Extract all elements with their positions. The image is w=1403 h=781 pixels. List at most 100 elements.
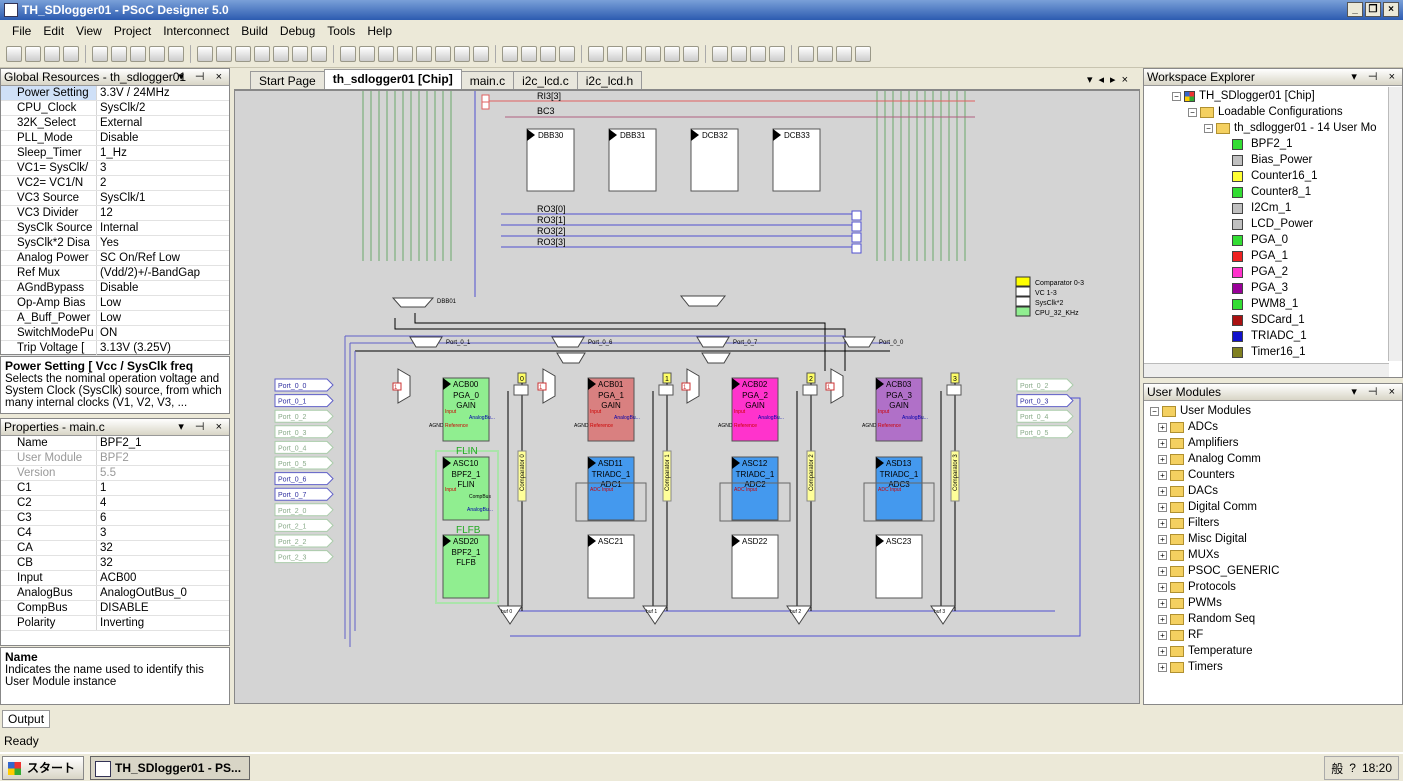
workspace-module-item[interactable]: Counter8_1 <box>1172 184 1402 200</box>
taskbar-app-button[interactable]: TH_SDlogger01 - PS... <box>90 755 251 780</box>
property-value[interactable]: ACB00 <box>97 571 136 585</box>
collapse-icon[interactable]: − <box>1172 91 1181 101</box>
menu-file[interactable]: File <box>6 24 37 38</box>
menu-interconnect[interactable]: Interconnect <box>157 24 235 38</box>
comment-icon[interactable] <box>664 46 680 62</box>
start-button[interactable]: スタート <box>2 755 85 780</box>
property-value[interactable]: SC On/Ref Low <box>97 251 180 265</box>
expand-icon[interactable]: + <box>1158 630 1167 640</box>
port-mux-icon[interactable] <box>842 336 876 348</box>
watch-icon[interactable] <box>454 46 470 62</box>
expand-icon[interactable]: + <box>1158 598 1167 608</box>
analog-block-acb03[interactable]: ACB03 PGA_3GAINInput ReferenceAGND AnalogBu… <box>862 377 928 442</box>
hand-pan-icon[interactable] <box>817 46 833 62</box>
global-resources-row[interactable]: VC2= VC1/N 2 <box>1 176 229 191</box>
property-value[interactable]: Inverting <box>97 616 144 630</box>
step-out-icon[interactable] <box>416 46 432 62</box>
tree-loadable-configs[interactable]: − Loadable Configurations <box>1172 104 1402 120</box>
global-resources-row[interactable]: 32K_Select External <box>1 116 229 131</box>
property-value[interactable]: SysClk/2 <box>97 101 145 115</box>
user-module-category[interactable]: + Protocols <box>1150 579 1402 595</box>
ri3-connector-icon[interactable] <box>481 94 490 103</box>
global-resources-row[interactable]: Sleep_Timer 1_Hz <box>1 146 229 161</box>
breakpoint-icon[interactable] <box>435 46 451 62</box>
tab-start-page[interactable]: Start Page <box>250 71 325 89</box>
port-mux-icon[interactable] <box>551 336 585 348</box>
analog-block-asd11[interactable]: ASD11TRIADC_1ADC1ADC Input <box>587 456 635 521</box>
property-value[interactable]: 5.5 <box>97 466 116 480</box>
property-value[interactable]: BPF2 <box>97 451 129 465</box>
program-icon[interactable] <box>311 46 327 62</box>
pin-icon[interactable] <box>521 46 537 62</box>
prev-bookmark-icon[interactable] <box>750 46 766 62</box>
global-resources-row[interactable]: Power Setting 3.3V / 24MHz <box>1 86 229 101</box>
property-value[interactable]: SysClk/1 <box>97 191 145 205</box>
properties-row[interactable]: Polarity Inverting <box>1 616 229 631</box>
property-value[interactable]: DISABLE <box>97 601 149 615</box>
debug-reset-icon[interactable] <box>359 46 375 62</box>
property-value[interactable]: ON <box>97 326 117 340</box>
column-mux-icon[interactable] <box>556 352 586 364</box>
vertical-scrollbar[interactable] <box>1388 87 1402 361</box>
ro3-connector-icon[interactable] <box>851 243 862 254</box>
bookmark-icon[interactable] <box>712 46 728 62</box>
property-value[interactable]: 3.3V / 24MHz <box>97 86 170 100</box>
output-buffer-icon[interactable]: buf 2 <box>786 605 812 625</box>
tree-root-chip[interactable]: − TH_SDlogger01 [Chip] <box>1172 88 1402 104</box>
global-resources-row[interactable]: Ref Mux (Vdd/2)+/-BandGap <box>1 266 229 281</box>
digital-block-dcb33[interactable]: DCB33 <box>772 128 821 192</box>
expand-icon[interactable]: + <box>1158 438 1167 448</box>
output-buffer-icon[interactable]: buf 1 <box>642 605 668 625</box>
expand-icon[interactable]: + <box>1158 518 1167 528</box>
analog-block-asc10[interactable]: ASC10 BPF2_1FLINInput CompBus AnalogBu... <box>442 456 493 521</box>
add-module-icon[interactable] <box>149 46 165 62</box>
expand-icon[interactable]: + <box>1158 646 1167 656</box>
rebuild-icon[interactable] <box>216 46 232 62</box>
panel-controls[interactable]: ▾ ⊣ × <box>178 419 226 435</box>
properties-row[interactable]: C4 3 <box>1 526 229 541</box>
port-mux-icon[interactable] <box>696 336 730 348</box>
user-module-category[interactable]: + DACs <box>1150 483 1402 499</box>
workspace-module-item[interactable]: Timer16_1 <box>1172 344 1402 360</box>
refresh-icon[interactable] <box>540 46 556 62</box>
debug-stop-icon[interactable] <box>340 46 356 62</box>
global-resources-row[interactable]: CPU_Clock SysClk/2 <box>1 101 229 116</box>
workspace-module-item[interactable]: PGA_3 <box>1172 280 1402 296</box>
analog-block-asc12[interactable]: ASC12TRIADC_1ADC2ADC Input <box>731 456 779 521</box>
property-value[interactable]: 3 <box>97 526 106 540</box>
expand-icon[interactable]: + <box>1158 502 1167 512</box>
next-bookmark-icon[interactable] <box>731 46 747 62</box>
chip-diagram[interactable]: RI3[3] BC3 DBB30 DBB31 DCB32 DCB33 RO3[0… <box>235 91 1140 704</box>
analog-block-asc21[interactable]: ASC21 <box>587 534 635 599</box>
ro3-connector-icon[interactable] <box>851 210 862 221</box>
workspace-module-item[interactable]: BPF2_1 <box>1172 136 1402 152</box>
step-over-icon[interactable] <box>378 46 394 62</box>
top-mux-icon[interactable] <box>679 295 727 307</box>
connector-box-icon[interactable] <box>802 384 818 396</box>
analog-block-acb02[interactable]: ACB02 PGA_2GAINInput ReferenceAGND AnalogBu… <box>718 377 784 442</box>
expand-icon[interactable]: + <box>1158 614 1167 624</box>
port-pin[interactable]: Port_2_0 <box>274 503 334 517</box>
global-resources-row[interactable]: Trip Voltage [3.13V (3.25V) <box>1 341 229 356</box>
expand-icon[interactable]: + <box>1158 454 1167 464</box>
property-value[interactable]: 12 <box>97 206 113 220</box>
port-pin[interactable]: Port_0_1 <box>274 394 334 408</box>
panel-controls[interactable]: ▾ ⊣ × <box>1351 384 1399 400</box>
property-value[interactable]: 2 <box>97 176 106 190</box>
output-tab[interactable]: Output <box>2 710 51 728</box>
workspace-module-item[interactable]: PGA_0 <box>1172 232 1402 248</box>
port-pin[interactable]: Port_0_2 <box>1016 378 1074 392</box>
uncomment-icon[interactable] <box>683 46 699 62</box>
connector-box-icon[interactable] <box>658 384 674 396</box>
connect-icon[interactable] <box>292 46 308 62</box>
properties-row[interactable]: AnalogBus AnalogOutBus_0 <box>1 586 229 601</box>
port-pin[interactable]: Port_0_6 <box>274 472 334 486</box>
global-resources-row[interactable]: A_Buff_Power Low <box>1 311 229 326</box>
panel-controls[interactable]: ▾ ⊣ × <box>178 69 226 85</box>
tab-chip[interactable]: th_sdlogger01 [Chip] <box>323 69 462 89</box>
workspace-module-item[interactable]: PWM8_1 <box>1172 296 1402 312</box>
ro3-connector-icon[interactable] <box>851 232 862 243</box>
workspace-module-item[interactable]: PGA_2 <box>1172 264 1402 280</box>
digital-block-dbb31[interactable]: DBB31 <box>608 128 657 192</box>
property-value[interactable]: AnalogOutBus_0 <box>97 586 187 600</box>
